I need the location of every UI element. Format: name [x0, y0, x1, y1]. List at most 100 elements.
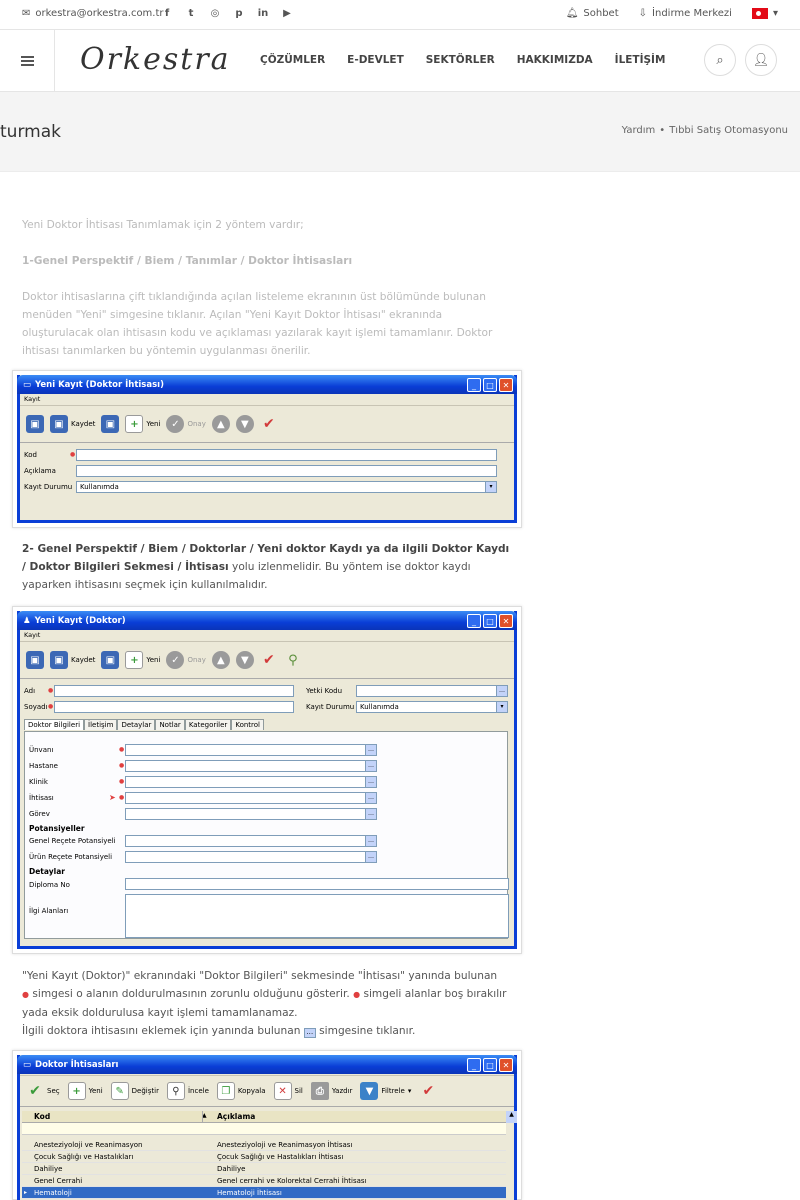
nav-cozumler[interactable]: ÇÖZÜMLER	[260, 54, 325, 66]
facebook-icon[interactable]: f	[162, 7, 172, 19]
lookup-icon[interactable]: …	[365, 809, 376, 819]
menu-kayit[interactable]: Kayıt	[20, 631, 514, 641]
lookup-icon[interactable]: …	[365, 777, 376, 787]
klinik-input[interactable]: …	[125, 776, 377, 788]
select-button[interactable]: ✔ Seç	[26, 1082, 59, 1100]
table-row[interactable]: Çocuk Sağlığı ve Hastalıkları Çocuk Sağl…	[22, 1151, 506, 1163]
save-button[interactable]: ▣ Kaydet	[50, 651, 95, 669]
menu-kayit[interactable]: Kayıt	[20, 395, 514, 405]
search-button[interactable]: ⌕	[704, 44, 736, 76]
adi-input[interactable]	[54, 685, 294, 697]
save-new-button[interactable]: ▣	[26, 651, 44, 669]
table-row-selected[interactable]: ▸ Hematoloji Hematoloji İhtisası	[22, 1187, 506, 1199]
account-button[interactable]: 👤︎	[745, 44, 777, 76]
confirm-button[interactable]: ✔	[419, 1082, 437, 1100]
copy-button[interactable]: ❐ Kopyala	[216, 1082, 266, 1100]
download-center-link[interactable]: ⇩ İndirme Merkezi	[639, 8, 732, 19]
minimize-icon[interactable]: _	[467, 378, 481, 392]
new-button[interactable]: + Yeni	[125, 651, 160, 669]
tab-iletisim[interactable]: İletişim	[84, 719, 118, 730]
logo[interactable]: Orkestra	[80, 42, 231, 77]
column-aciklama[interactable]: Açıklama	[217, 1112, 255, 1121]
lookup-icon[interactable]: …	[496, 686, 507, 696]
minimize-icon[interactable]: _	[467, 614, 481, 628]
cell-kod: Çocuk Sağlığı ve Hastalıkları	[34, 1153, 134, 1161]
ilgi-alanlari-textarea[interactable]	[125, 894, 509, 938]
lookup-icon[interactable]: …	[365, 793, 376, 803]
edit-button[interactable]: ✎ Değiştir	[110, 1082, 159, 1100]
dropdown-arrow-icon[interactable]: ▾	[485, 482, 496, 492]
kayit-durumu-select[interactable]: Kullanımda ▾	[76, 481, 497, 493]
search-button[interactable]: ⚲	[284, 651, 302, 669]
next-button[interactable]: ▼	[235, 415, 254, 433]
table-row[interactable]: Genel Cerrahi Genel cerrahi ve Kolorekta…	[22, 1175, 506, 1187]
new-button[interactable]: + Yeni	[67, 1082, 103, 1100]
chat-link[interactable]: 🔔︎ Sohbet	[566, 8, 619, 19]
dropdown-arrow-icon[interactable]: ▾	[496, 702, 507, 712]
save-button[interactable]: ▣ Kaydet	[50, 415, 95, 433]
save-new-button[interactable]: ▣	[26, 415, 44, 433]
soyadi-input[interactable]	[54, 701, 294, 713]
aciklama-input[interactable]	[76, 465, 497, 477]
twitter-icon[interactable]: t	[186, 7, 196, 19]
filter-button[interactable]: ▼ Filtrele ▾	[360, 1082, 411, 1100]
genel-recete-input[interactable]: …	[125, 835, 377, 847]
instagram-icon[interactable]: ◎	[210, 7, 220, 19]
linkedin-icon[interactable]: in	[258, 7, 269, 19]
table-row[interactable]: Anesteziyoloji ve Reanimasyon Anesteziyo…	[22, 1139, 506, 1151]
kayit-durumu-select[interactable]: Kullanımda ▾	[356, 701, 508, 713]
gorev-input[interactable]: …	[125, 808, 377, 820]
kod-input[interactable]	[76, 449, 497, 461]
tab-notlar[interactable]: Notlar	[155, 719, 185, 730]
save-close-button[interactable]: ▣	[101, 415, 120, 433]
next-button[interactable]: ▼	[235, 651, 254, 669]
lookup-icon[interactable]: …	[365, 745, 376, 755]
prev-button[interactable]: ▲	[211, 651, 230, 669]
yetki-kodu-input[interactable]: …	[356, 685, 508, 697]
approve-button[interactable]: ✓ Onay	[166, 651, 206, 669]
nav-e-devlet[interactable]: E-DEVLET	[347, 54, 404, 66]
hastane-input[interactable]: …	[125, 760, 377, 772]
maximize-icon[interactable]: □	[483, 614, 497, 628]
menu-button[interactable]	[0, 30, 55, 91]
diploma-input[interactable]	[125, 878, 509, 890]
prev-button[interactable]: ▲	[211, 415, 230, 433]
language-selector[interactable]: ▾	[751, 8, 778, 19]
tab-detaylar[interactable]: Detaylar	[117, 719, 156, 730]
close-icon[interactable]: ✕	[499, 1058, 513, 1072]
unvani-input[interactable]: …	[125, 744, 377, 756]
close-icon[interactable]: ✕	[499, 614, 513, 628]
youtube-icon[interactable]: ▶	[282, 7, 292, 19]
nav-iletisim[interactable]: İLETİŞİM	[615, 54, 666, 66]
nav-sektorler[interactable]: SEKTÖRLER	[426, 54, 495, 66]
filter-row[interactable]	[22, 1123, 506, 1135]
tab-kontrol[interactable]: Kontrol	[231, 719, 264, 730]
close-icon[interactable]: ✕	[499, 378, 513, 392]
urun-recete-input[interactable]: …	[125, 851, 377, 863]
maximize-icon[interactable]: □	[483, 1058, 497, 1072]
ihtisasi-input[interactable]: …	[125, 792, 377, 804]
check-button[interactable]: ✔	[260, 651, 278, 669]
approve-button[interactable]: ✓ Onay	[166, 415, 206, 433]
breadcrumb-item-yardim[interactable]: Yardım	[622, 125, 656, 136]
maximize-icon[interactable]: □	[483, 378, 497, 392]
save-close-button[interactable]: ▣	[101, 651, 120, 669]
scroll-up-icon[interactable]: ▲	[506, 1111, 517, 1123]
email-link[interactable]: ✉ orkestra@orkestra.com.tr	[22, 8, 164, 19]
print-button[interactable]: ⎙ Yazdır	[310, 1082, 352, 1100]
lookup-icon[interactable]: …	[365, 852, 376, 862]
lookup-icon[interactable]: …	[365, 836, 376, 846]
check-button[interactable]: ✔	[260, 415, 278, 433]
minimize-icon[interactable]: _	[467, 1058, 481, 1072]
inspect-button[interactable]: ⚲ İncele	[166, 1082, 209, 1100]
pinterest-icon[interactable]: p	[234, 7, 244, 19]
tab-doktor-bilgileri[interactable]: Doktor Bilgileri	[24, 719, 85, 730]
delete-button[interactable]: ✕ Sil	[273, 1082, 303, 1100]
field-label-kod: Kod	[24, 451, 37, 459]
tab-kategoriler[interactable]: Kategoriler	[184, 719, 232, 730]
nav-hakkimizda[interactable]: HAKKIMIZDA	[517, 54, 593, 66]
new-button[interactable]: + Yeni	[125, 415, 160, 433]
table-row[interactable]: Dahiliye Dahiliye	[22, 1163, 506, 1175]
lookup-icon[interactable]: …	[365, 761, 376, 771]
column-kod[interactable]: Kod	[34, 1112, 50, 1121]
